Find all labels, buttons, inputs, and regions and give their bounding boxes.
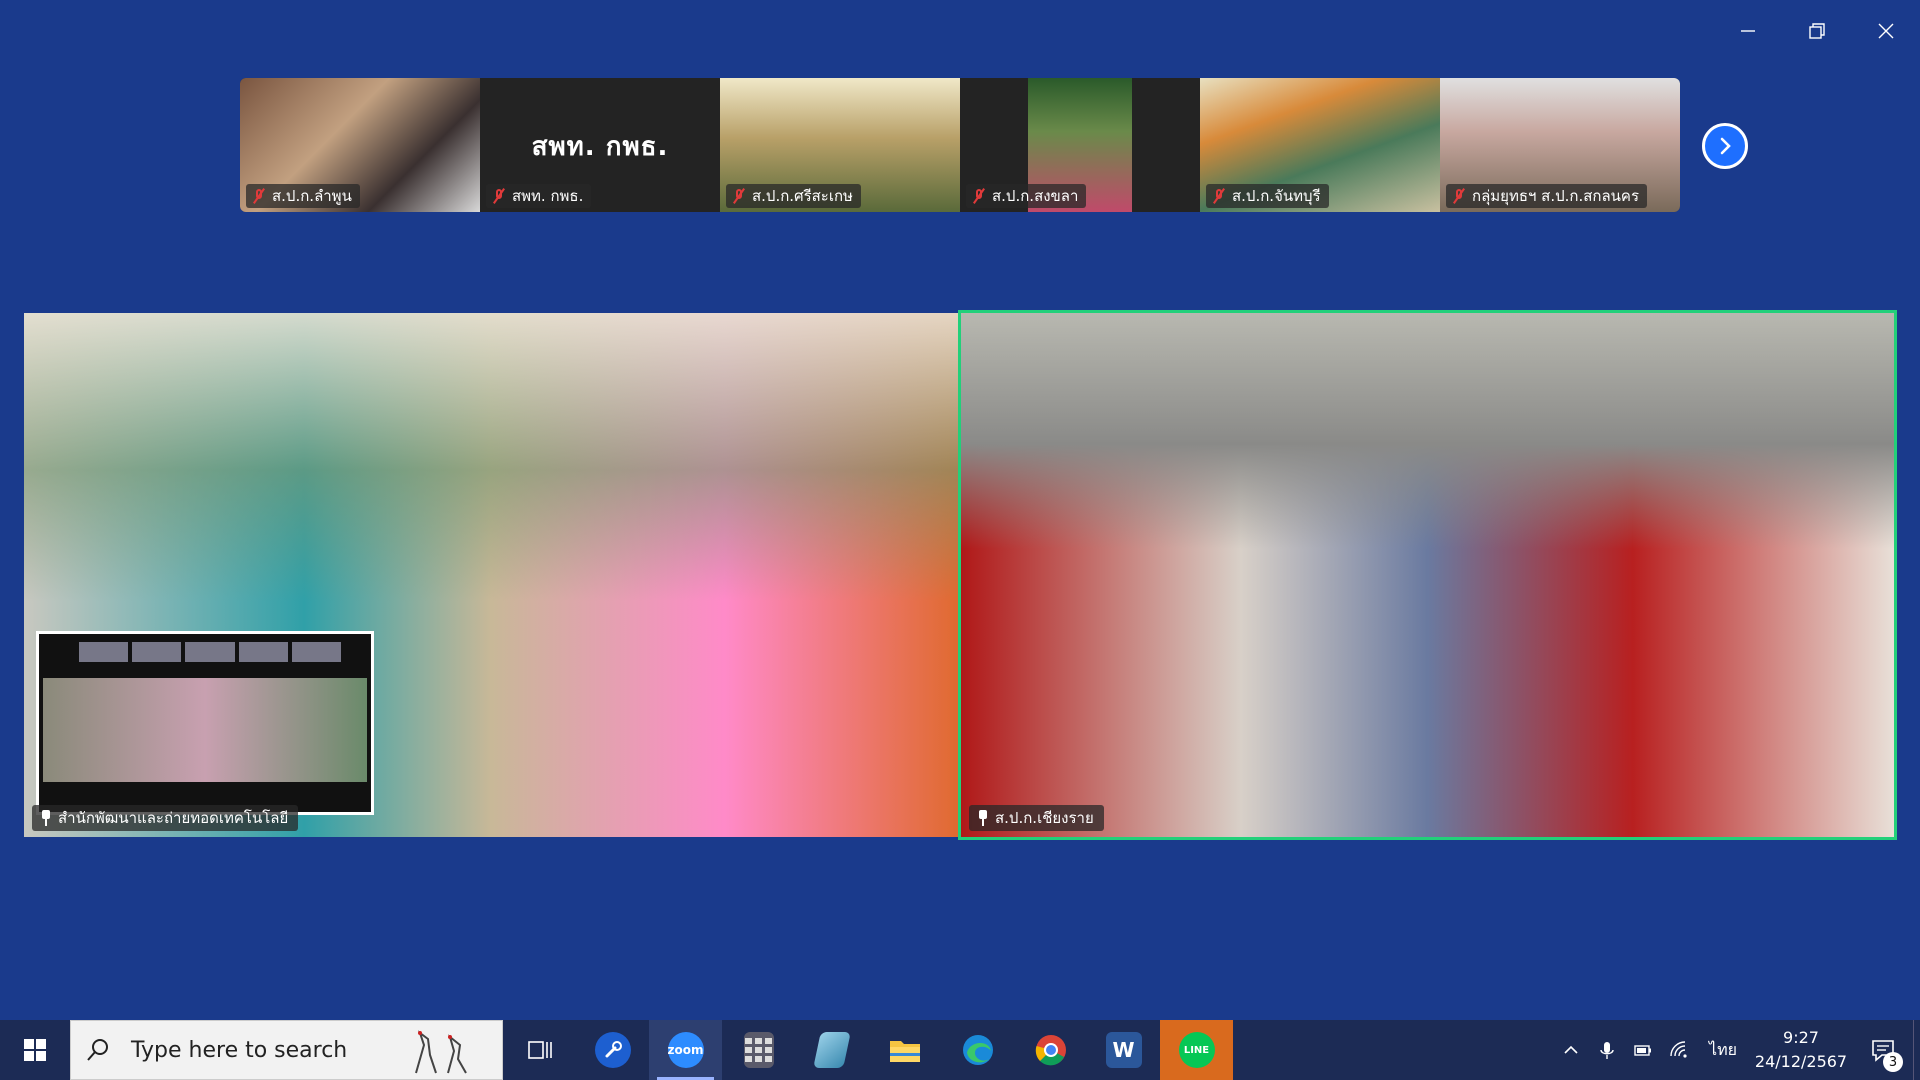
notification-count-badge: 3 xyxy=(1883,1052,1903,1072)
restore-icon xyxy=(1808,23,1825,39)
chevron-right-icon xyxy=(1720,137,1731,155)
taskbar-search[interactable]: Type here to search xyxy=(70,1020,503,1080)
show-desktop-button[interactable] xyxy=(1913,1020,1920,1080)
folder-icon xyxy=(889,1041,920,1062)
taskbar-app-zoom[interactable]: zoom xyxy=(649,1020,722,1080)
participant-thumb[interactable]: ส.ป.ก.สงขลา xyxy=(960,78,1200,212)
taskbar-app-line[interactable]: LINE xyxy=(1160,1020,1233,1080)
mic-muted-icon xyxy=(1452,188,1466,204)
mic-muted-icon xyxy=(732,188,746,204)
clock-date: 24/12/2567 xyxy=(1754,1052,1848,1071)
participant-placeholder-name: สพท. กพธ. xyxy=(531,132,669,162)
participant-label: ส.ป.ก.สงขลา xyxy=(966,184,1087,208)
participant-label: ส.ป.ก.จันทบุรี xyxy=(1206,184,1329,208)
taskbar-app-chrome[interactable] xyxy=(1014,1020,1087,1080)
window-controls xyxy=(1713,0,1920,62)
participant-name: ส.ป.ก.เชียงราย xyxy=(995,809,1094,827)
participant-video xyxy=(961,313,1894,837)
system-tray: ไทย 9:27 24/12/2567 3 xyxy=(1553,1020,1920,1080)
mic-muted-icon xyxy=(252,188,266,204)
participants-strip: ส.ป.ก.ลำพูน สพท. กพธ. สพท. กพธ. ส.ป.ก.ศร… xyxy=(240,78,1680,212)
close-icon xyxy=(1878,23,1893,39)
participant-label: ส.ป.ก.เชียงราย xyxy=(969,805,1104,831)
start-button[interactable] xyxy=(0,1020,70,1080)
show-hidden-icons-button[interactable] xyxy=(1553,1020,1589,1080)
participant-label: สำนักพัฒนาและถ่ายทอดเทคโนโลยี xyxy=(32,805,299,831)
wrench-app-icon xyxy=(594,1032,631,1068)
taskbar-app-file-explorer[interactable] xyxy=(868,1020,941,1080)
participant-label: กลุ่มยุทธฯ ส.ป.ก.สกลนคร xyxy=(1446,184,1648,208)
search-placeholder: Type here to search xyxy=(131,1037,348,1063)
restore-button[interactable] xyxy=(1782,0,1851,62)
word-icon: W xyxy=(1105,1032,1142,1068)
participant-name: สำนักพัฒนาและถ่ายทอดเทคโนโลยี xyxy=(58,809,289,827)
taskbar-app-notepad[interactable] xyxy=(795,1020,868,1080)
preview-strip xyxy=(79,642,342,662)
taskbar-app-tool[interactable] xyxy=(576,1020,649,1080)
wifi-icon xyxy=(1670,1041,1687,1058)
screen-share-preview xyxy=(36,631,374,815)
strip-next-button[interactable] xyxy=(1702,123,1748,169)
microphone-icon xyxy=(1600,1042,1614,1059)
battery-tray-button[interactable] xyxy=(1625,1020,1661,1080)
taskbar-app-edge[interactable] xyxy=(941,1020,1014,1080)
line-icon: LINE xyxy=(1178,1032,1215,1068)
chrome-icon xyxy=(1035,1035,1066,1066)
clock-time: 9:27 xyxy=(1783,1028,1819,1047)
task-view-icon xyxy=(527,1041,552,1059)
microphone-tray-button[interactable] xyxy=(1589,1020,1625,1080)
participant-name: ส.ป.ก.จันทบุรี xyxy=(1232,187,1321,205)
main-video-tile-right[interactable]: ส.ป.ก.เชียงราย xyxy=(958,310,1897,840)
mic-muted-icon xyxy=(972,188,986,204)
taskbar-app-word[interactable]: W xyxy=(1087,1020,1160,1080)
battery-icon xyxy=(1634,1045,1651,1056)
taskbar: Type here to search zoom W LINE ไทย 9:27… xyxy=(0,1020,1920,1080)
participant-thumb[interactable]: ส.ป.ก.ลำพูน xyxy=(240,78,480,212)
calculator-icon xyxy=(743,1032,774,1068)
participant-label: ส.ป.ก.ศรีสะเกษ xyxy=(726,184,861,208)
participant-name: สพท. กพธ. xyxy=(512,187,584,205)
participant-thumb[interactable]: ส.ป.ก.จันทบุรี xyxy=(1200,78,1440,212)
close-button[interactable] xyxy=(1851,0,1920,62)
notification-center-button[interactable]: 3 xyxy=(1853,1020,1913,1080)
windows-logo-icon xyxy=(24,1039,46,1061)
network-tray-button[interactable] xyxy=(1661,1020,1697,1080)
mic-muted-icon xyxy=(492,188,506,204)
minimize-icon xyxy=(1740,30,1755,32)
participant-thumb[interactable]: ส.ป.ก.ศรีสะเกษ xyxy=(720,78,960,212)
notepad-icon xyxy=(812,1032,851,1068)
participant-name: กลุ่มยุทธฯ ส.ป.ก.สกลนคร xyxy=(1472,187,1640,205)
input-language-button[interactable]: ไทย xyxy=(1697,1020,1749,1080)
participant-thumb[interactable]: สพท. กพธ. สพท. กพธ. xyxy=(480,78,720,212)
clock[interactable]: 9:27 24/12/2567 xyxy=(1749,1026,1853,1074)
zoom-app-icon: zoom xyxy=(667,1032,704,1068)
mic-muted-icon xyxy=(1212,188,1226,204)
edge-icon xyxy=(962,1035,993,1065)
pin-icon xyxy=(977,810,989,826)
task-view-button[interactable] xyxy=(503,1020,576,1080)
participant-thumb[interactable]: กลุ่มยุทธฯ ส.ป.ก.สกลนคร xyxy=(1440,78,1680,212)
taskbar-app-calculator[interactable] xyxy=(722,1020,795,1080)
search-icon xyxy=(87,1039,108,1061)
participant-name: ส.ป.ก.ศรีสะเกษ xyxy=(752,187,853,205)
participant-name: ส.ป.ก.สงขลา xyxy=(992,187,1079,205)
participant-label: ส.ป.ก.ลำพูน xyxy=(246,184,360,208)
participant-label: สพท. กพธ. xyxy=(486,184,592,208)
participant-name: ส.ป.ก.ลำพูน xyxy=(272,187,352,205)
minimize-button[interactable] xyxy=(1713,0,1782,62)
cranes-illustration-icon xyxy=(415,1030,467,1074)
main-video-tile-left[interactable]: สำนักพัฒนาและถ่ายทอดเทคโนโลยี xyxy=(24,313,958,837)
pin-icon xyxy=(40,810,52,826)
chevron-up-icon xyxy=(1564,1045,1578,1054)
